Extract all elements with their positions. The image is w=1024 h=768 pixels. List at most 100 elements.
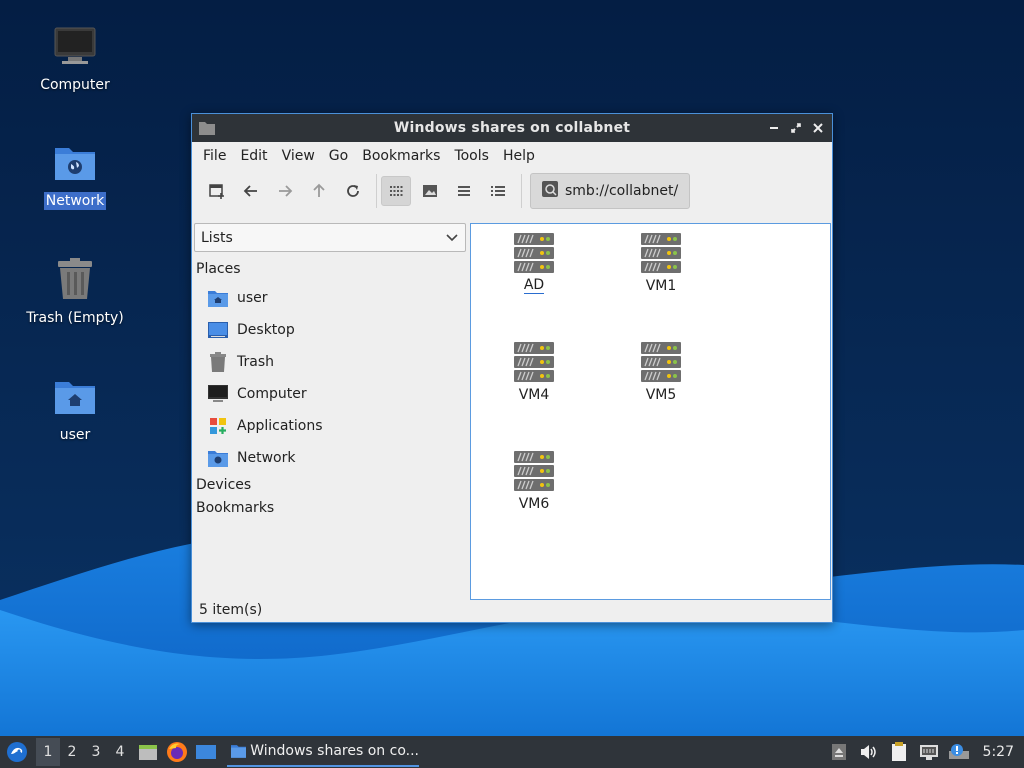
- menubar: File Edit View Go Bookmarks Tools Help: [192, 142, 832, 170]
- file-name: VM1: [645, 278, 677, 294]
- file-item[interactable]: VM4: [489, 341, 579, 403]
- compact-view-icon[interactable]: [449, 176, 479, 206]
- desktop-icon-trash[interactable]: Trash (Empty): [15, 255, 135, 327]
- devices-header[interactable]: Devices: [196, 477, 251, 493]
- toolbar: smb://collabnet/: [192, 170, 832, 212]
- place-label: Trash: [237, 354, 274, 370]
- place-user[interactable]: user: [208, 286, 268, 310]
- place-applications[interactable]: Applications: [208, 414, 323, 438]
- server-icon: [641, 342, 681, 382]
- home-folder-icon: [51, 372, 99, 420]
- place-network[interactable]: Network: [208, 446, 295, 470]
- file-manager-window: Windows shares on collabnet File Edit Vi…: [191, 113, 833, 623]
- taskbar: 1 2 3 4 Windows shares on co... 5:27: [0, 736, 1024, 768]
- back-icon[interactable]: [236, 176, 266, 206]
- menu-file[interactable]: File: [196, 144, 233, 168]
- location-bar[interactable]: smb://collabnet/: [530, 173, 690, 209]
- place-label: user: [237, 290, 268, 306]
- file-item[interactable]: AD: [489, 232, 579, 294]
- workspace-3[interactable]: 3: [84, 738, 108, 766]
- server-icon: [514, 233, 554, 273]
- file-item[interactable]: VM1: [616, 232, 706, 294]
- network-folder-icon: [51, 138, 99, 186]
- server-icon: [514, 342, 554, 382]
- file-name: AD: [523, 277, 545, 294]
- folder-icon: [199, 122, 215, 135]
- computer-icon: [51, 22, 99, 70]
- server-icon: [641, 233, 681, 273]
- location-path: smb://collabnet/: [565, 183, 679, 199]
- trash-icon: [208, 352, 228, 372]
- detailed-list-icon[interactable]: [483, 176, 513, 206]
- clipboard-icon[interactable]: [887, 740, 911, 764]
- desktop-icon-label: Trash (Empty): [26, 310, 124, 326]
- place-computer[interactable]: Computer: [208, 382, 307, 406]
- eject-icon[interactable]: [827, 740, 851, 764]
- desktop-icon-label: user: [59, 427, 91, 443]
- network-status-icon[interactable]: [917, 740, 941, 764]
- computer-icon: [208, 384, 228, 404]
- taskbar-window-label: Windows shares on co...: [250, 743, 419, 759]
- file-manager-launcher-icon[interactable]: [135, 739, 161, 765]
- update-notifier-icon[interactable]: [947, 740, 971, 764]
- window-title: Windows shares on collabnet: [393, 120, 631, 136]
- workspace-1[interactable]: 1: [36, 738, 60, 766]
- menu-bookmarks[interactable]: Bookmarks: [355, 144, 447, 168]
- close-icon[interactable]: [808, 118, 828, 138]
- workspace-4[interactable]: 4: [108, 738, 132, 766]
- places-header[interactable]: Places: [196, 261, 241, 277]
- up-icon[interactable]: [304, 176, 334, 206]
- menu-edit[interactable]: Edit: [233, 144, 274, 168]
- server-icon: [514, 451, 554, 491]
- menu-view[interactable]: View: [275, 144, 322, 168]
- desktop-icon-network[interactable]: Network: [15, 138, 135, 210]
- start-menu-icon[interactable]: [4, 739, 30, 765]
- new-tab-icon[interactable]: [202, 176, 232, 206]
- menu-go[interactable]: Go: [322, 144, 355, 168]
- chevron-down-icon: [445, 230, 459, 248]
- trash-icon: [51, 255, 99, 303]
- place-desktop[interactable]: Desktop: [208, 318, 295, 342]
- home-folder-icon: [208, 288, 228, 308]
- desktop-icon-label: Computer: [40, 77, 110, 93]
- file-icon-view[interactable]: AD VM1 VM4 VM5 VM6: [470, 223, 831, 600]
- file-item[interactable]: VM6: [489, 450, 579, 512]
- desktop-icon-user[interactable]: user: [15, 372, 135, 444]
- forward-icon[interactable]: [270, 176, 300, 206]
- place-label: Computer: [237, 386, 307, 402]
- desktop-icon-computer[interactable]: Computer: [15, 22, 135, 94]
- place-trash[interactable]: Trash: [208, 350, 274, 374]
- window-titlebar[interactable]: Windows shares on collabnet: [192, 114, 832, 142]
- file-name: VM6: [518, 496, 550, 512]
- show-desktop-icon[interactable]: [193, 739, 219, 765]
- firefox-icon[interactable]: [164, 739, 190, 765]
- workspace-2[interactable]: 2: [60, 738, 84, 766]
- thumbnail-view-icon[interactable]: [415, 176, 445, 206]
- desktop-icon-label: Network: [43, 192, 107, 210]
- side-pane-mode-value: Lists: [201, 229, 233, 246]
- volume-icon[interactable]: [857, 740, 881, 764]
- side-pane-mode-select[interactable]: Lists: [194, 223, 466, 252]
- icon-view-icon[interactable]: [381, 176, 411, 206]
- place-label: Applications: [237, 418, 323, 434]
- toolbar-separator: [521, 174, 522, 208]
- taskbar-window-button[interactable]: Windows shares on co...: [227, 737, 419, 767]
- menu-tools[interactable]: Tools: [447, 144, 496, 168]
- status-bar-text: 5 item(s): [199, 602, 263, 618]
- bookmarks-header[interactable]: Bookmarks: [196, 500, 274, 516]
- file-item[interactable]: VM5: [616, 341, 706, 403]
- menu-help[interactable]: Help: [496, 144, 542, 168]
- folder-icon: [231, 745, 247, 758]
- desktop-icon: [208, 320, 228, 340]
- maximize-icon[interactable]: [786, 118, 806, 138]
- applications-icon: [208, 416, 228, 436]
- file-name: VM4: [518, 387, 550, 403]
- system-tray: 5:27: [827, 740, 1020, 764]
- reload-icon[interactable]: [338, 176, 368, 206]
- file-name: VM5: [645, 387, 677, 403]
- toolbar-separator: [376, 174, 377, 208]
- side-pane: Lists Places user Desktop Trash Computer…: [192, 222, 468, 600]
- clock[interactable]: 5:27: [983, 744, 1014, 760]
- network-folder-icon: [208, 448, 228, 468]
- minimize-icon[interactable]: [764, 118, 784, 138]
